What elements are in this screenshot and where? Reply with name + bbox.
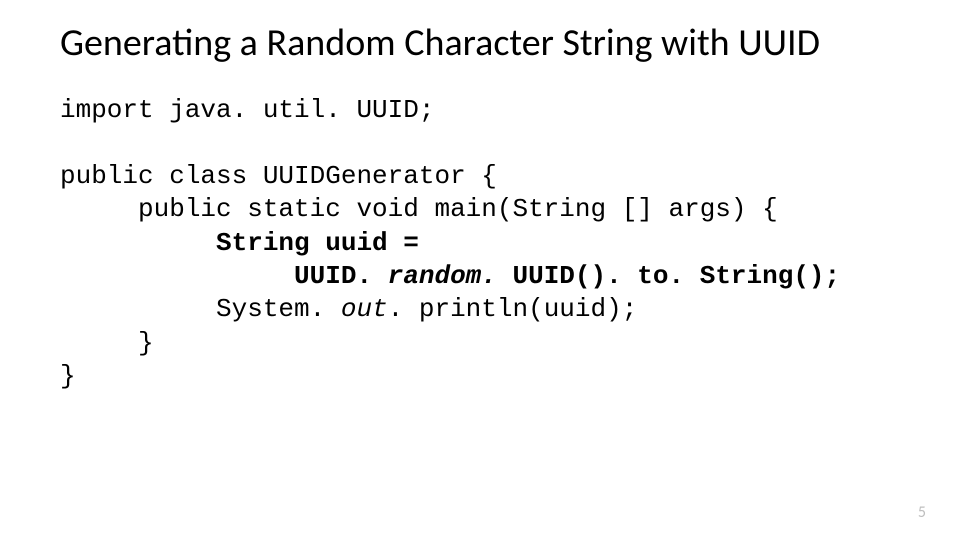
code-line-5b: UUID. (60, 261, 388, 291)
code-line-5a: String uuid = (60, 228, 419, 258)
code-line-7: } (60, 328, 154, 358)
code-line-5c: random. (388, 261, 513, 291)
code-line-5d: UUID(). to. String(); (512, 261, 840, 291)
code-line-6c: . println(uuid); (388, 294, 638, 324)
code-line-3: public class UUIDGenerator { (60, 161, 497, 191)
code-line-1: import java. util. UUID; (60, 95, 434, 125)
page-number: 5 (918, 503, 926, 522)
code-block: import java. util. UUID; public class UU… (60, 94, 900, 393)
code-line-4: public static void main(String [] args) … (60, 194, 778, 224)
code-line-6a: System. (60, 294, 341, 324)
code-line-8: } (60, 361, 76, 391)
slide-title: Generating a Random Character String wit… (60, 22, 900, 66)
slide: Generating a Random Character String wit… (0, 0, 960, 540)
code-line-6b: out (341, 294, 388, 324)
